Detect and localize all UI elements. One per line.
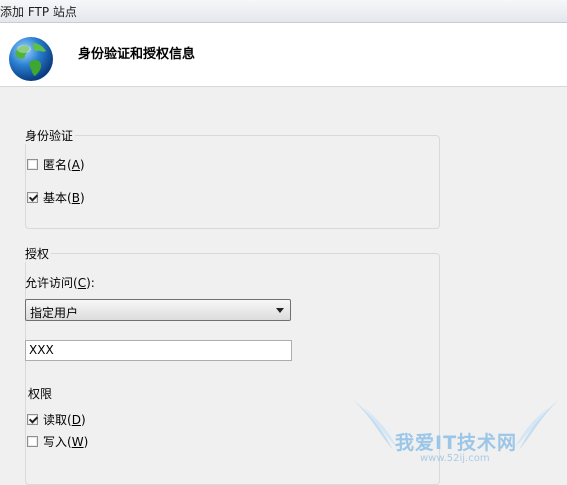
anonymous-checkbox[interactable] [27,159,38,170]
watermark-text: 我爱IT技术网 [395,432,518,454]
wizard-header: 身份验证和授权信息 [0,23,567,87]
window-titlebar[interactable]: 添加 FTP 站点 [0,0,567,23]
read-option[interactable]: 读取(D) [27,411,86,428]
allow-access-label: 允许访问 [25,276,74,290]
read-label: 读取 [43,413,68,427]
page-title: 身份验证和授权信息 [78,47,196,62]
window-title: 添加 FTP 站点 [0,5,77,19]
users-input[interactable] [29,343,284,357]
authorization-legend: 授权 [23,245,52,262]
chevron-down-icon[interactable] [276,308,284,313]
write-checkbox[interactable] [27,436,38,447]
basic-option[interactable]: 基本(B) [27,189,85,206]
write-option[interactable]: 写入(W) [27,433,88,450]
globe-icon [9,37,53,81]
watermark-url: www.52ij.com [420,453,490,464]
anonymous-option[interactable]: 匿名(A) [27,156,85,173]
allow-access-label-row: 允许访问(C): [25,275,95,291]
write-label: 写入 [43,435,68,449]
permissions-label: 权限 [28,387,53,401]
users-textbox[interactable] [25,340,292,361]
anonymous-label: 匿名 [43,158,68,172]
authentication-legend: 身份验证 [23,127,76,144]
read-checkbox[interactable] [27,414,38,425]
authentication-group [25,135,440,229]
allow-access-select-value: 指定用户 [30,306,79,320]
basic-label: 基本 [43,191,68,205]
allow-access-select[interactable]: 指定用户 [25,299,291,321]
basic-checkbox[interactable] [27,192,38,203]
